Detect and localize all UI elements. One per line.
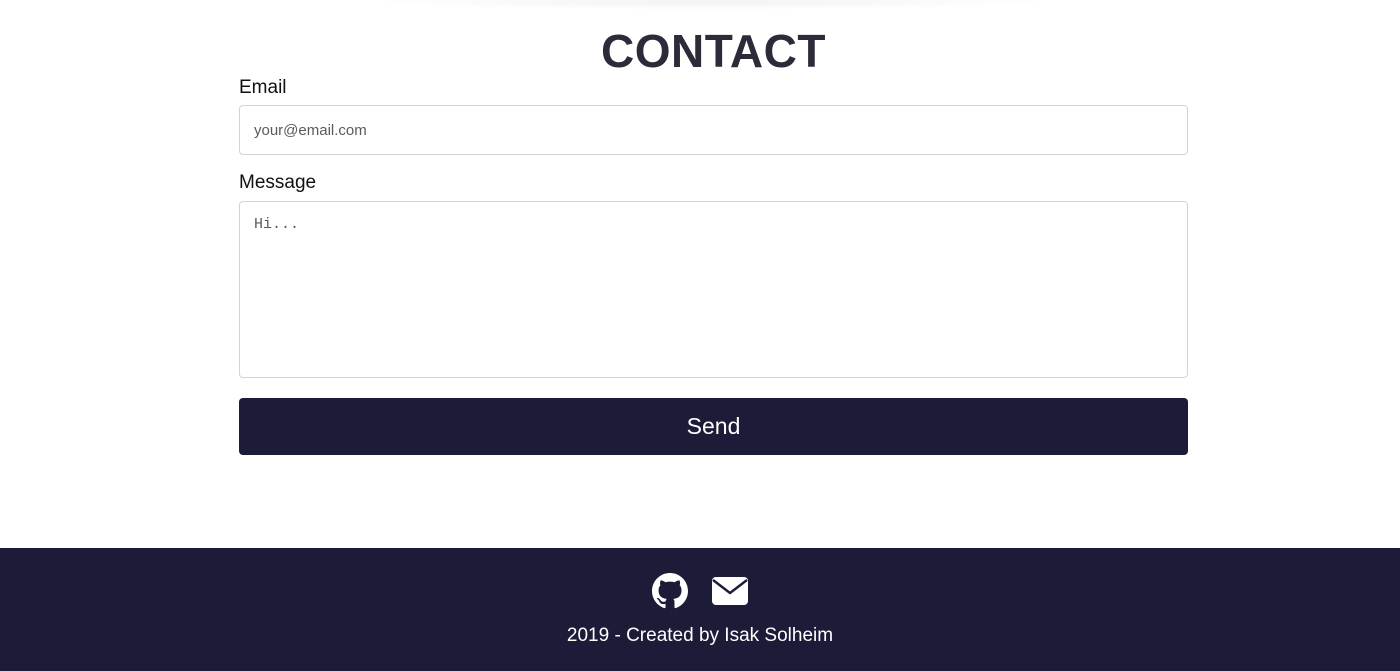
message-label: Message [239, 172, 317, 193]
footer-credit: 2019 - Created by Isak Solheim [566, 625, 834, 646]
top-fade-decoration [360, 0, 1060, 10]
page-title: CONTACT [601, 25, 826, 77]
email-label: Email [239, 77, 287, 98]
message-textarea[interactable] [239, 201, 1188, 378]
github-icon[interactable] [651, 573, 689, 609]
mail-icon[interactable] [711, 573, 749, 609]
email-field[interactable] [239, 105, 1188, 155]
send-button[interactable]: Send [239, 398, 1188, 455]
contact-page: CONTACT Email Message Send 2019 - Create… [0, 0, 1400, 671]
footer-icons [0, 573, 1400, 609]
footer: 2019 - Created by Isak Solheim [0, 548, 1400, 671]
